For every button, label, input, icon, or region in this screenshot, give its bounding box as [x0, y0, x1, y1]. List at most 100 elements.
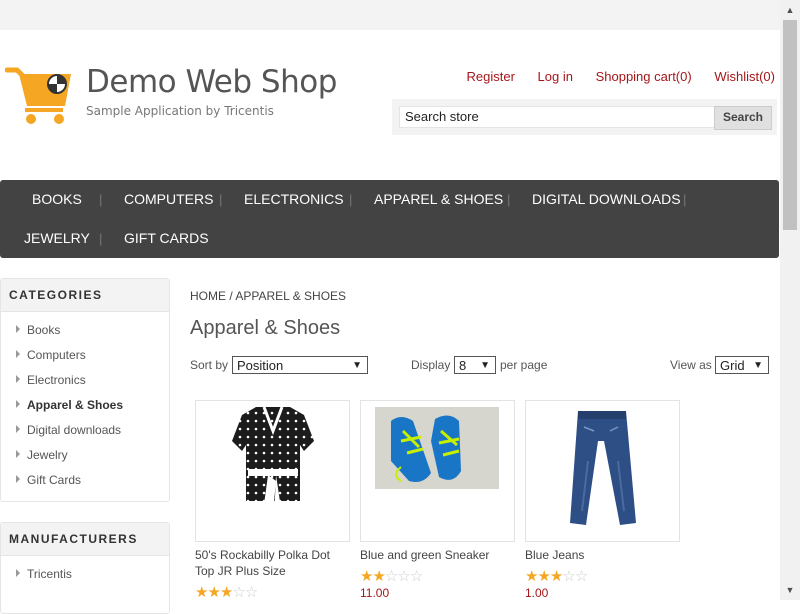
product-price: 11.00 — [360, 586, 390, 600]
sort-select[interactable]: Position ▼ — [232, 356, 368, 374]
view-mode-value: Grid — [720, 358, 745, 373]
register-link[interactable]: Register — [466, 69, 514, 84]
menu-item-books[interactable]: BOOKS — [32, 191, 82, 207]
chevron-right-icon — [16, 475, 20, 483]
category-item-apparel-shoes[interactable]: Apparel & Shoes — [1, 395, 169, 420]
view-as-label: View as — [670, 358, 712, 372]
page-size-value: 8 — [459, 358, 467, 373]
star-empty-icon: ☆ — [384, 568, 398, 585]
product-title[interactable]: Blue and green Sneaker — [360, 547, 515, 563]
category-item-computers[interactable]: Computers — [1, 345, 169, 370]
product-title[interactable]: 50's Rockabilly Polka Dot Top JR Plus Si… — [195, 547, 350, 579]
product-rating: ★★★☆☆ — [525, 567, 588, 585]
menu-item-jewelry[interactable]: JEWELRY — [24, 230, 90, 246]
chevron-right-icon — [16, 375, 20, 383]
category-label[interactable]: Gift Cards — [27, 473, 81, 487]
scroll-down-arrow-icon[interactable]: ▼ — [780, 582, 800, 598]
chevron-down-icon: ▼ — [480, 360, 490, 371]
page-title: Apparel & Shoes — [190, 317, 341, 339]
product-rating: ★★★☆☆ — [195, 583, 258, 601]
chevron-right-icon — [16, 350, 20, 358]
product-item: Blue and green Sneaker ★★☆☆☆ 11.00 — [360, 400, 515, 600]
star-filled-icon: ★ — [195, 584, 208, 601]
manufacturer-item-tricentis[interactable]: Tricentis — [1, 564, 169, 589]
categories-block: CATEGORIES Books Computers Electronics A… — [0, 278, 170, 502]
product-image[interactable] — [525, 400, 680, 542]
top-menu: BOOKS | COMPUTERS | ELECTRONICS | APPARE… — [0, 180, 779, 258]
menu-separator: | — [99, 192, 103, 207]
star-half-icon: ★ — [219, 584, 233, 601]
sort-label: Sort by — [190, 358, 229, 372]
menu-separator: | — [507, 192, 511, 207]
search-button[interactable]: Search — [714, 106, 772, 130]
wishlist-link[interactable]: Wishlist(0) — [714, 69, 775, 84]
per-page-label: per page — [500, 358, 548, 372]
category-item-gift-cards[interactable]: Gift Cards — [1, 470, 169, 495]
category-label[interactable]: Computers — [27, 348, 86, 362]
category-item-books[interactable]: Books — [1, 320, 169, 345]
star-empty-icon: ☆ — [409, 568, 423, 585]
product-image[interactable] — [360, 400, 515, 542]
header-links: Register Log in Shopping cart(0) Wishlis… — [447, 69, 775, 84]
chevron-down-icon: ▼ — [352, 360, 362, 371]
category-label[interactable]: Electronics — [27, 373, 86, 387]
product-rating: ★★☆☆☆ — [360, 567, 423, 585]
manufacturers-block: MANUFACTURERS Tricentis — [0, 522, 170, 614]
scroll-up-arrow-icon[interactable]: ▲ — [780, 2, 800, 18]
site-subtitle: Sample Application by Tricentis — [86, 104, 274, 118]
chevron-right-icon — [16, 325, 20, 333]
product-price: 1.00 — [525, 586, 549, 600]
display-label: Display — [411, 358, 451, 372]
breadcrumb[interactable]: HOME / APPAREL & SHOES — [190, 289, 346, 303]
menu-item-digital-downloads[interactable]: DIGITAL DOWNLOADS — [532, 191, 681, 207]
page-scrollbar[interactable]: ▲ ▼ — [780, 0, 800, 600]
category-item-digital-downloads[interactable]: Digital downloads — [1, 420, 169, 445]
scrollbar-thumb[interactable] — [783, 20, 797, 230]
menu-item-apparel-shoes[interactable]: APPAREL & SHOES — [374, 191, 503, 207]
star-filled-icon: ★ — [525, 568, 538, 585]
chevron-right-icon — [16, 569, 20, 577]
star-empty-icon: ☆ — [574, 568, 588, 585]
star-filled-icon: ★ — [207, 584, 220, 601]
category-label[interactable]: Jewelry — [27, 448, 68, 462]
manufacturers-title: MANUFACTURERS — [1, 523, 169, 556]
cart-logo-icon[interactable] — [5, 62, 75, 128]
categories-title: CATEGORIES — [1, 279, 169, 312]
chevron-right-icon — [16, 425, 20, 433]
star-empty-icon: ☆ — [397, 568, 410, 585]
category-label[interactable]: Digital downloads — [27, 423, 121, 437]
manufacturer-label[interactable]: Tricentis — [27, 567, 72, 581]
page-size-select[interactable]: 8 ▼ — [454, 356, 496, 374]
star-filled-icon: ★ — [360, 568, 373, 585]
star-filled-icon: ★ — [537, 568, 550, 585]
menu-separator: | — [219, 192, 223, 207]
manufacturers-list: Tricentis — [1, 556, 169, 595]
top-strip — [0, 0, 780, 30]
star-empty-icon: ☆ — [232, 584, 245, 601]
menu-item-gift-cards[interactable]: GIFT CARDS — [124, 230, 209, 246]
star-filled-icon: ★ — [549, 568, 563, 585]
star-empty-icon: ☆ — [244, 584, 258, 601]
shopping-cart-link[interactable]: Shopping cart(0) — [596, 69, 692, 84]
product-item: Blue Jeans ★★★☆☆ 1.00 — [525, 400, 680, 600]
chevron-right-icon — [16, 450, 20, 458]
star-filled-icon: ★ — [372, 568, 385, 585]
menu-separator: | — [99, 231, 103, 246]
category-item-jewelry[interactable]: Jewelry — [1, 445, 169, 470]
categories-list: Books Computers Electronics Apparel & Sh… — [1, 312, 169, 501]
product-image[interactable] — [195, 400, 350, 542]
category-label[interactable]: Apparel & Shoes — [27, 398, 123, 412]
login-link[interactable]: Log in — [538, 69, 573, 84]
site-title[interactable]: Demo Web Shop — [86, 64, 337, 100]
chevron-right-icon — [16, 400, 20, 408]
category-item-electronics[interactable]: Electronics — [1, 370, 169, 395]
category-label[interactable]: Books — [27, 323, 60, 337]
view-mode-select[interactable]: Grid ▼ — [715, 356, 769, 374]
menu-separator: | — [349, 192, 353, 207]
product-title[interactable]: Blue Jeans — [525, 547, 680, 563]
star-empty-icon: ☆ — [562, 568, 575, 585]
menu-item-computers[interactable]: COMPUTERS — [124, 191, 213, 207]
search-input[interactable]: Search store — [399, 106, 715, 128]
menu-item-electronics[interactable]: ELECTRONICS — [244, 191, 344, 207]
product-item: 50's Rockabilly Polka Dot Top JR Plus Si… — [195, 400, 350, 601]
